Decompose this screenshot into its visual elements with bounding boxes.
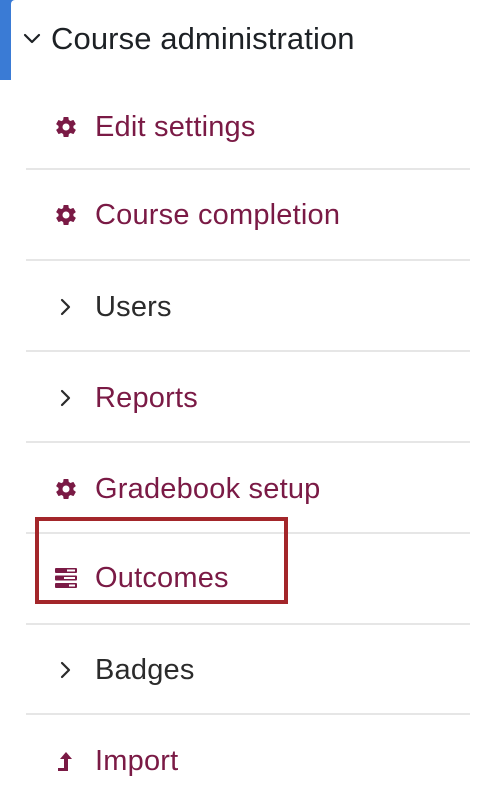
chevron-right-icon — [51, 292, 81, 322]
divider — [26, 168, 470, 170]
menu-item-label: Badges — [95, 653, 195, 686]
divider — [26, 441, 470, 443]
menu-item-reports[interactable]: Reports — [26, 363, 470, 433]
menu-item-badges[interactable]: Badges — [26, 635, 470, 705]
menu-item-label: Edit settings — [95, 110, 256, 143]
menu-item-label: Users — [95, 290, 172, 323]
menu-item-course-completion[interactable]: Course completion — [26, 180, 470, 250]
menu-item-label: Outcomes — [95, 561, 229, 594]
gear-icon — [51, 200, 81, 230]
left-accent-bar — [0, 0, 11, 80]
menu-item-outcomes[interactable]: Outcomes — [26, 543, 470, 613]
menu-item-label: Gradebook setup — [95, 472, 321, 505]
chevron-right-icon — [51, 655, 81, 685]
outcomes-icon — [51, 563, 81, 593]
gear-icon — [51, 474, 81, 504]
chevron-down-icon — [17, 33, 47, 45]
course-administration-panel: Course administration Edit settings Cour… — [11, 0, 487, 801]
menu-item-users[interactable]: Users — [26, 272, 470, 342]
menu-item-import[interactable]: Import — [26, 726, 470, 796]
divider — [26, 532, 470, 534]
menu-item-label: Course completion — [95, 198, 341, 231]
divider — [26, 259, 470, 261]
menu-item-edit-settings[interactable]: Edit settings — [26, 92, 470, 162]
divider — [26, 713, 470, 715]
import-icon — [51, 746, 81, 776]
chevron-right-icon — [51, 383, 81, 413]
menu-item-label: Reports — [95, 381, 198, 414]
divider — [26, 623, 470, 625]
section-title: Course administration — [51, 21, 355, 56]
course-admin-screenshot: Course administration Edit settings Cour… — [0, 0, 487, 801]
section-header[interactable]: Course administration — [11, 14, 355, 64]
menu-item-label: Import — [95, 744, 179, 777]
gear-icon — [51, 112, 81, 142]
menu-item-gradebook-setup[interactable]: Gradebook setup — [26, 454, 470, 524]
divider — [26, 350, 470, 352]
